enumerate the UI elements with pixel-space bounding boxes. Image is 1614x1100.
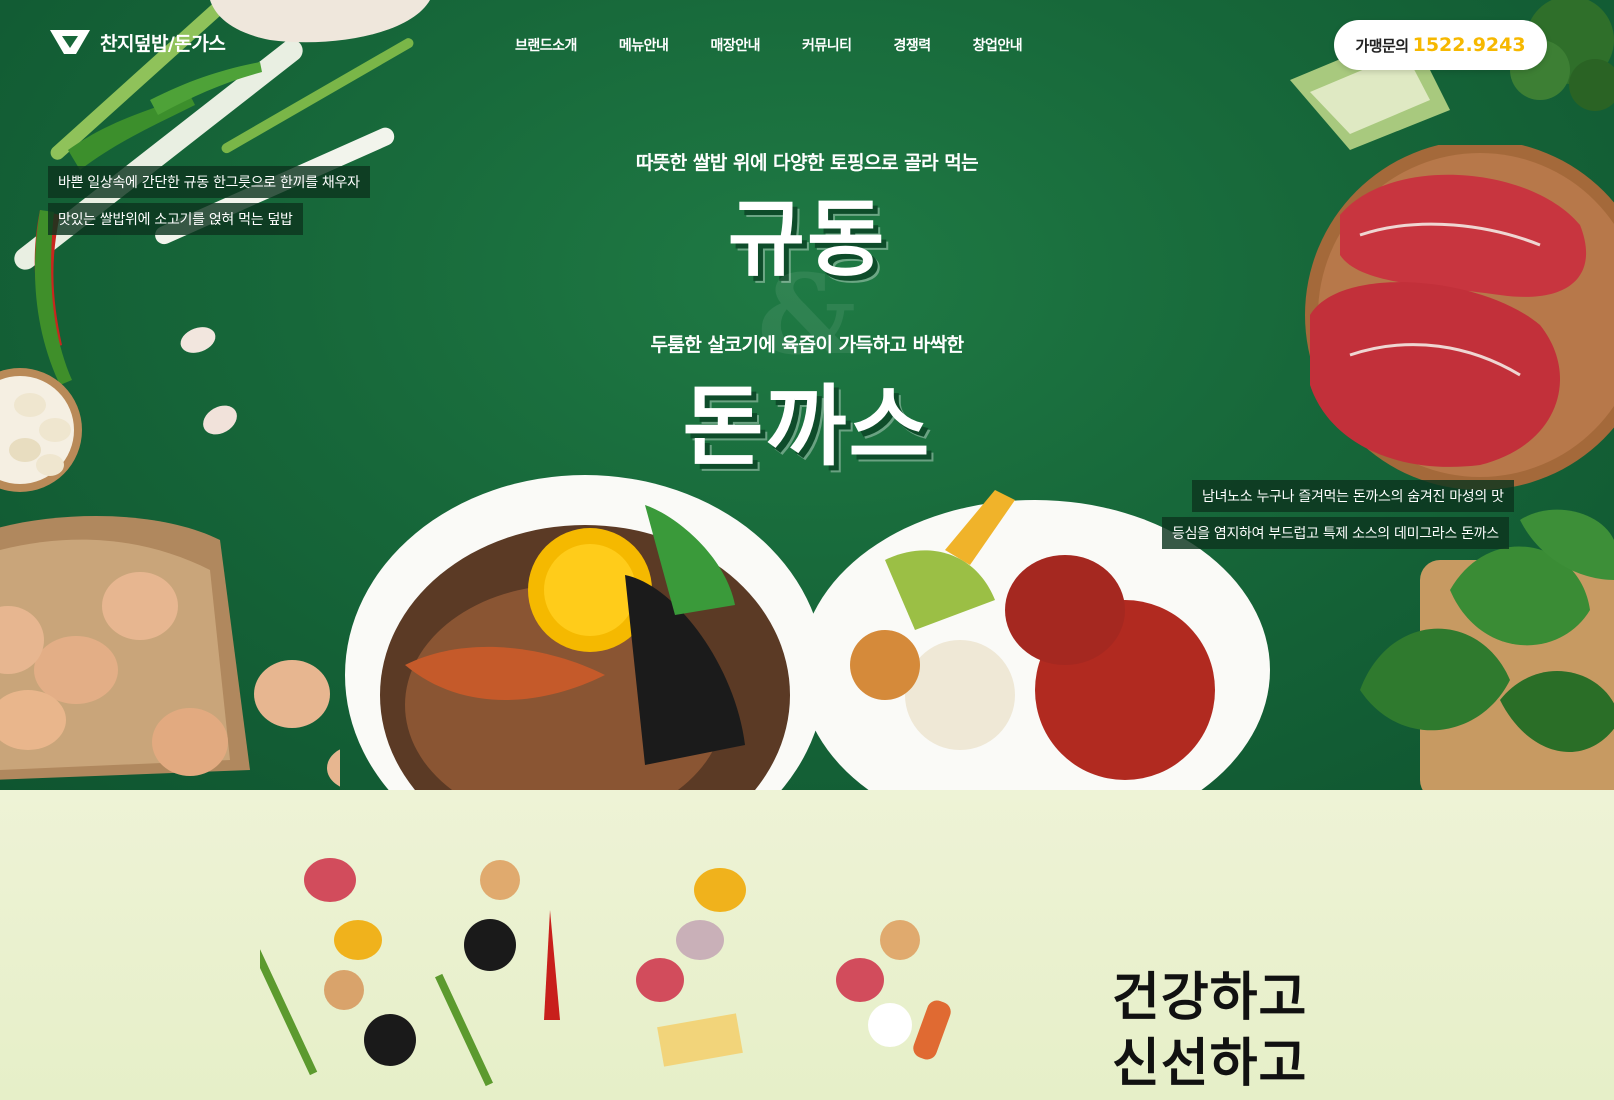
franchise-label: 가맹문의 bbox=[1355, 36, 1409, 55]
hero-title-tonkatsu: 돈까스 bbox=[682, 375, 932, 478]
section2-heading-line1: 건강하고 bbox=[1112, 968, 1308, 1028]
right-tagline-1: 남녀노소 누구나 즐겨먹는 돈까스의 숨겨진 마성의 맛 bbox=[1192, 480, 1514, 512]
hero-subtitle-gyudon: 따뜻한 쌀밥 위에 다양한 토핑으로 골라 먹는 bbox=[635, 152, 979, 174]
hero-banner: 찬지덮밥/돈가스 브랜드소개 메뉴안내 매장안내 커뮤니티 경쟁력 창업안내 가… bbox=[0, 0, 1614, 790]
section2-heading: 건강하고 신선하고 bbox=[1112, 965, 1307, 1097]
logo-icon bbox=[50, 30, 90, 54]
franchise-inquiry-button[interactable]: 가맹문의 1522.9243 bbox=[1334, 20, 1547, 70]
section2-heading-line2: 신선하고 bbox=[1112, 1034, 1308, 1094]
nav-item-franchise[interactable]: 창업안내 bbox=[973, 35, 1023, 55]
nav-item-brand[interactable]: 브랜드소개 bbox=[515, 35, 577, 55]
gyudon-bowl-image bbox=[345, 475, 825, 790]
franchise-phone: 1522.9243 bbox=[1412, 34, 1526, 56]
logo[interactable]: 찬지덮밥/돈가스 bbox=[48, 26, 226, 58]
healthy-fresh-section: 건강하고 신선하고 bbox=[0, 790, 1614, 1100]
ingredients-illustration bbox=[260, 858, 951, 1087]
nav-item-competitiveness[interactable]: 경쟁력 bbox=[894, 35, 932, 55]
site-header: 찬지덮밥/돈가스 브랜드소개 메뉴안내 매장안내 커뮤니티 경쟁력 창업안내 가… bbox=[0, 0, 1614, 90]
nav-item-menu[interactable]: 메뉴안내 bbox=[619, 35, 669, 55]
nav-item-community[interactable]: 커뮤니티 bbox=[802, 35, 852, 55]
nav-item-store[interactable]: 매장안내 bbox=[710, 35, 760, 55]
right-tagline-2: 등심을 염지하여 부드럽고 특제 소스의 데미그라스 돈까스 bbox=[1162, 517, 1509, 549]
hero-subtitle-tonkatsu: 두툼한 살코기에 육즙이 가득하고 바싹한 bbox=[650, 334, 964, 356]
logo-text: 찬지덮밥/돈가스 bbox=[100, 32, 226, 55]
egg-basket-image bbox=[0, 516, 340, 787]
main-nav: 브랜드소개 메뉴안내 매장안내 커뮤니티 경쟁력 창업안내 bbox=[515, 35, 1064, 55]
